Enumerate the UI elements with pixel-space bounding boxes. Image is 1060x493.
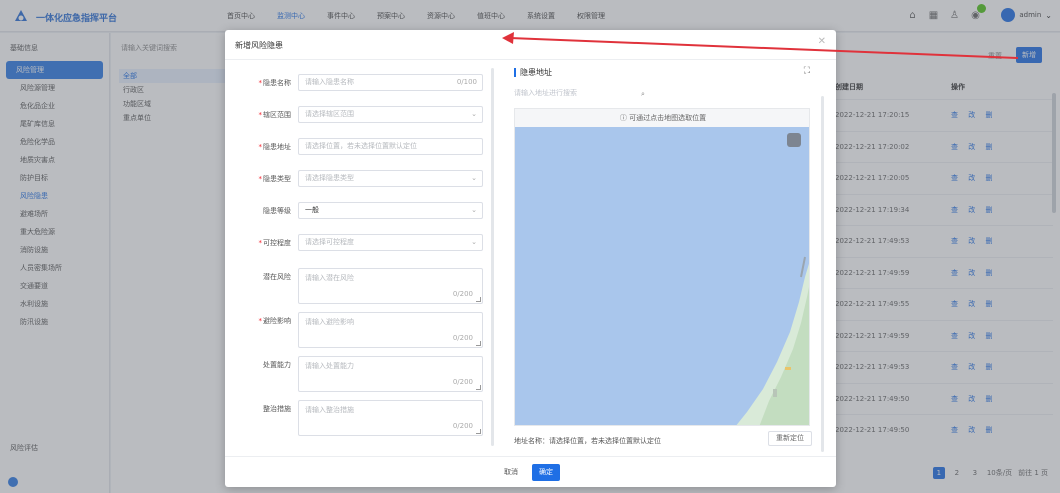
- field-label: 潜在风险: [235, 272, 291, 282]
- field-label-text: 整治措施: [263, 405, 291, 413]
- fullscreen-icon[interactable]: ⛶: [804, 66, 810, 76]
- field-label: *隐患地址: [235, 142, 292, 152]
- field-select[interactable]: 一般 ⌄: [298, 202, 483, 219]
- map-title: 隐患地址: [514, 68, 552, 77]
- close-icon[interactable]: ✕: [818, 36, 826, 47]
- field-select[interactable]: 请选择可控程度 ⌄: [298, 234, 483, 251]
- field-placeholder: 请输入处置能力: [305, 362, 354, 370]
- field-label: *隐患类型: [235, 174, 292, 184]
- field-placeholder: 请选择可控程度: [305, 238, 354, 246]
- add-risk-modal: 新增风险隐患 ✕ *隐患名称 请输入隐患名称 0/100 *辖区范围 请选择辖区范围 ⌄ *…: [225, 30, 836, 487]
- field-label: *避险影响: [235, 316, 292, 326]
- field-input[interactable]: 请选择位置，若未选择位置默认定位: [298, 138, 483, 155]
- field-label-text: 辖区范围: [263, 111, 291, 119]
- confirm-button[interactable]: 确定: [532, 464, 560, 481]
- field-select[interactable]: 请选择隐患类型 ⌄: [298, 170, 483, 187]
- required-mark: *: [258, 143, 263, 151]
- map-image: [515, 127, 809, 425]
- field-placeholder: 请选择辖区范围: [305, 110, 354, 118]
- resize-handle-icon[interactable]: [476, 341, 481, 346]
- required-mark: *: [258, 317, 263, 325]
- modal-footer: 取消 确定: [225, 456, 836, 487]
- field-placeholder: 请选择位置，若未选择位置默认定位: [305, 142, 417, 150]
- field-placeholder: 请输入整治措施: [305, 406, 354, 414]
- field-label-text: 隐患名称: [263, 79, 291, 87]
- field-placeholder: 请输入隐患名称: [305, 78, 354, 86]
- field-label-text: 处置能力: [263, 361, 291, 369]
- risk-form: *隐患名称 请输入隐患名称 0/100 *辖区范围 请选择辖区范围 ⌄ *隐患地址 请选择位置…: [235, 66, 495, 451]
- required-mark: *: [258, 239, 263, 247]
- resize-handle-icon[interactable]: [476, 429, 481, 434]
- chevron-down-icon: ⌄: [471, 206, 477, 214]
- cancel-button[interactable]: 取消: [498, 465, 524, 480]
- map-canvas[interactable]: ⓘ 可通过点击地图选取位置: [514, 108, 810, 426]
- modal-title: 新增风险隐患: [235, 41, 283, 50]
- map-hint: ⓘ 可通过点击地图选取位置: [515, 109, 809, 127]
- field-input[interactable]: 请输入隐患名称 0/100: [298, 74, 483, 91]
- char-counter: 0/200: [452, 290, 473, 298]
- char-counter: 0/200: [452, 334, 473, 342]
- field-label: 整治措施: [235, 404, 291, 414]
- search-icon[interactable]: ⌕: [641, 90, 645, 99]
- field-textarea[interactable]: 请输入潜在风险 0/200: [298, 268, 483, 304]
- field-placeholder: 请输入潜在风险: [305, 274, 354, 282]
- field-label-text: 避险影响: [263, 317, 291, 325]
- form-scrollbar[interactable]: [491, 68, 494, 446]
- chevron-down-icon: ⌄: [471, 174, 477, 182]
- map-address: 地址名称：请选择位置，若未选择位置默认定位: [514, 437, 661, 445]
- field-label: *可控程度: [235, 238, 292, 248]
- char-counter: 0/100: [456, 78, 477, 86]
- info-icon: ⓘ: [619, 114, 630, 122]
- map-scrollbar[interactable]: [821, 96, 824, 452]
- field-textarea[interactable]: 请输入避险影响 0/200: [298, 312, 483, 348]
- field-value: 一般: [305, 206, 319, 214]
- field-label-text: 隐患地址: [263, 143, 291, 151]
- field-label-text: 隐患等级: [263, 207, 291, 215]
- field-placeholder: 请输入避险影响: [305, 318, 354, 326]
- field-label: *辖区范围: [235, 110, 292, 120]
- field-label: 隐患等级: [235, 206, 291, 216]
- map-panel: 隐患地址 ⛶ 请输入地址进行搜索 ⌕ ⓘ 可通过点击地图选取位置 地址名称：请选…: [512, 60, 824, 455]
- chevron-down-icon: ⌄: [471, 110, 477, 118]
- field-label: 处置能力: [235, 360, 291, 370]
- resize-handle-icon[interactable]: [476, 385, 481, 390]
- char-counter: 0/200: [452, 422, 473, 430]
- field-select[interactable]: 请选择辖区范围 ⌄: [298, 106, 483, 123]
- relocate-button[interactable]: 重新定位: [768, 431, 812, 446]
- field-label-text: 可控程度: [263, 239, 291, 247]
- field-placeholder: 请选择隐患类型: [305, 174, 354, 182]
- required-mark: *: [258, 175, 263, 183]
- field-textarea[interactable]: 请输入整治措施 0/200: [298, 400, 483, 436]
- field-label-text: 隐患类型: [263, 175, 291, 183]
- field-textarea[interactable]: 请输入处置能力 0/200: [298, 356, 483, 392]
- layer-switch-icon[interactable]: [787, 133, 801, 147]
- map-hint-text: 可通过点击地图选取位置: [629, 114, 707, 122]
- required-mark: *: [258, 111, 263, 119]
- required-mark: *: [258, 79, 263, 87]
- resize-handle-icon[interactable]: [476, 297, 481, 302]
- char-counter: 0/200: [452, 378, 473, 386]
- field-label-text: 潜在风险: [263, 273, 291, 281]
- field-label: *隐患名称: [235, 78, 292, 88]
- chevron-down-icon: ⌄: [471, 238, 477, 246]
- map-search-input[interactable]: 请输入地址进行搜索: [514, 86, 654, 100]
